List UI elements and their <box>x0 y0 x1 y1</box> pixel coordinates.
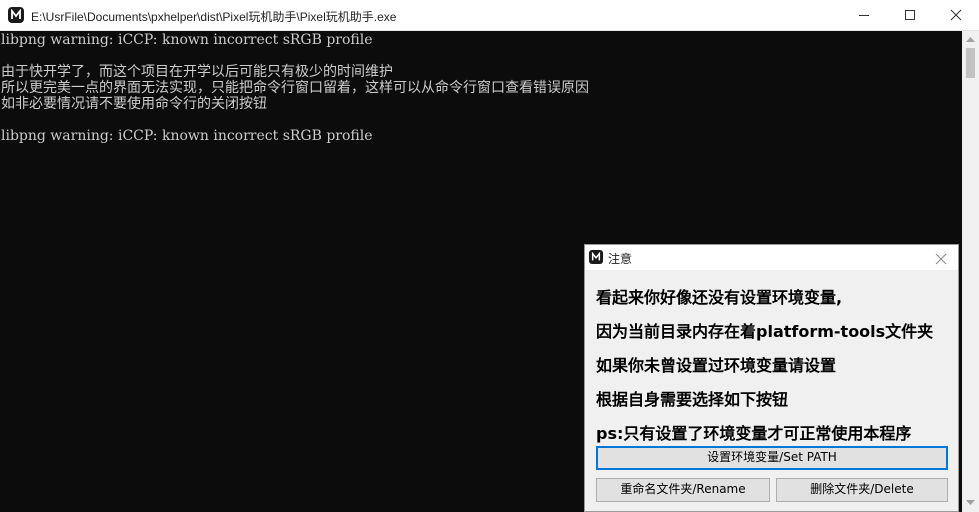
delete-folder-button[interactable]: 删除文件夹/Delete <box>776 478 948 502</box>
minimize-button[interactable] <box>841 0 887 30</box>
console-line: libpng warning: iCCP: known incorrect sR… <box>1 32 373 48</box>
window-titlebar: E:\UsrFile\Documents\pxhelper\dist\Pixel… <box>0 0 979 31</box>
console-line: libpng warning: iCCP: known incorrect sR… <box>1 128 373 144</box>
dialog-message: ps:只有设置了环境变量才可正常使用本程序 <box>596 424 912 443</box>
app-logo-icon <box>589 250 603 264</box>
console-line: 所以更完美一点的界面无法实现，只能把命令行窗口留着，这样可以从命令行窗口查看错误… <box>1 80 589 96</box>
close-icon <box>950 9 962 21</box>
app-logo-icon <box>8 7 24 23</box>
dialog-titlebar: 注意 <box>585 245 958 270</box>
dialog-message: 因为当前目录内存在着platform-tools文件夹 <box>596 322 934 341</box>
dialog-message: 根据自身需要选择如下按钮 <box>596 390 789 409</box>
scroll-down-icon[interactable] <box>966 500 975 506</box>
window-title: E:\UsrFile\Documents\pxhelper\dist\Pixel… <box>31 10 397 24</box>
scrollbar-thumb[interactable] <box>966 48 975 78</box>
console-line: 由于快开学了，而这个项目在开学以后可能只有极少的时间维护 <box>1 64 393 80</box>
close-button[interactable] <box>933 0 979 30</box>
notice-dialog: 注意 看起来你好像还没有设置环境变量, 因为当前目录内存在着platform-t… <box>584 244 959 512</box>
dialog-message: 看起来你好像还没有设置环境变量, <box>596 288 843 307</box>
close-icon <box>935 253 947 265</box>
maximize-button[interactable] <box>887 0 933 30</box>
scroll-up-icon[interactable] <box>966 36 975 42</box>
dialog-close-button[interactable] <box>935 250 951 266</box>
set-path-button[interactable]: 设置环境变量/Set PATH <box>596 446 948 470</box>
minimize-icon <box>859 15 869 16</box>
dialog-title: 注意 <box>608 252 633 266</box>
console-line: 如非必要情况请不要使用命令行的关闭按钮 <box>1 96 267 112</box>
dialog-message: 如果你未曾设置过环境变量请设置 <box>596 356 837 375</box>
maximize-icon <box>905 10 915 20</box>
vertical-scrollbar[interactable] <box>962 31 979 512</box>
rename-folder-button[interactable]: 重命名文件夹/Rename <box>596 478 770 502</box>
